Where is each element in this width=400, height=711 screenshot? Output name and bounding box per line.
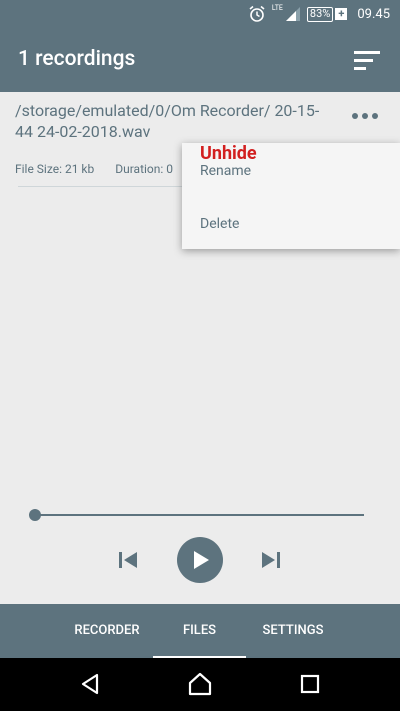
file-size: File Size: 21 kb [15,162,95,176]
popup-menu: Unhide Rename Delete [182,143,400,249]
navigation-bar [0,658,400,711]
more-options-icon[interactable] [352,109,382,123]
recents-icon[interactable] [300,674,320,698]
tab-bar: RECORDER FILES SETTINGS [0,604,400,658]
sort-icon[interactable] [352,48,382,72]
page-title: 1 recordings [18,47,136,71]
charging-icon: + [335,8,348,20]
recording-path[interactable]: /storage/emulated/0/Om Recorder/ 20-15-4… [15,100,325,142]
tab-files[interactable]: FILES [153,604,246,658]
next-button[interactable] [259,549,283,571]
status-bar: LTE 83% + 09.45 [0,0,400,28]
battery-indicator: 83% + [306,6,348,22]
play-button[interactable] [177,537,223,583]
signal-icon [285,6,301,22]
recording-meta: File Size: 21 kb Duration: 0 [15,162,173,176]
tab-recorder[interactable]: RECORDER [60,604,154,658]
home-icon[interactable] [187,671,213,701]
seek-thumb[interactable] [29,509,41,521]
menu-item-unhide[interactable]: Unhide [200,143,257,164]
menu-item-rename[interactable]: Rename [200,163,251,179]
back-icon[interactable] [78,672,102,700]
skip-previous-icon [119,552,137,568]
network-type: LTE [271,4,283,12]
seek-bar[interactable] [35,514,364,516]
app-bar: 1 recordings [0,28,400,92]
clock: 09.45 [357,6,390,22]
battery-level: 83% [306,6,334,22]
play-icon [194,551,209,569]
alarm-icon [248,5,266,23]
previous-button[interactable] [116,549,140,571]
skip-next-icon [262,552,280,568]
tab-settings[interactable]: SETTINGS [246,604,340,658]
menu-item-delete[interactable]: Delete [200,216,239,232]
status-icons: LTE 83% + 09.45 [248,4,390,24]
duration: Duration: 0 [115,162,174,176]
